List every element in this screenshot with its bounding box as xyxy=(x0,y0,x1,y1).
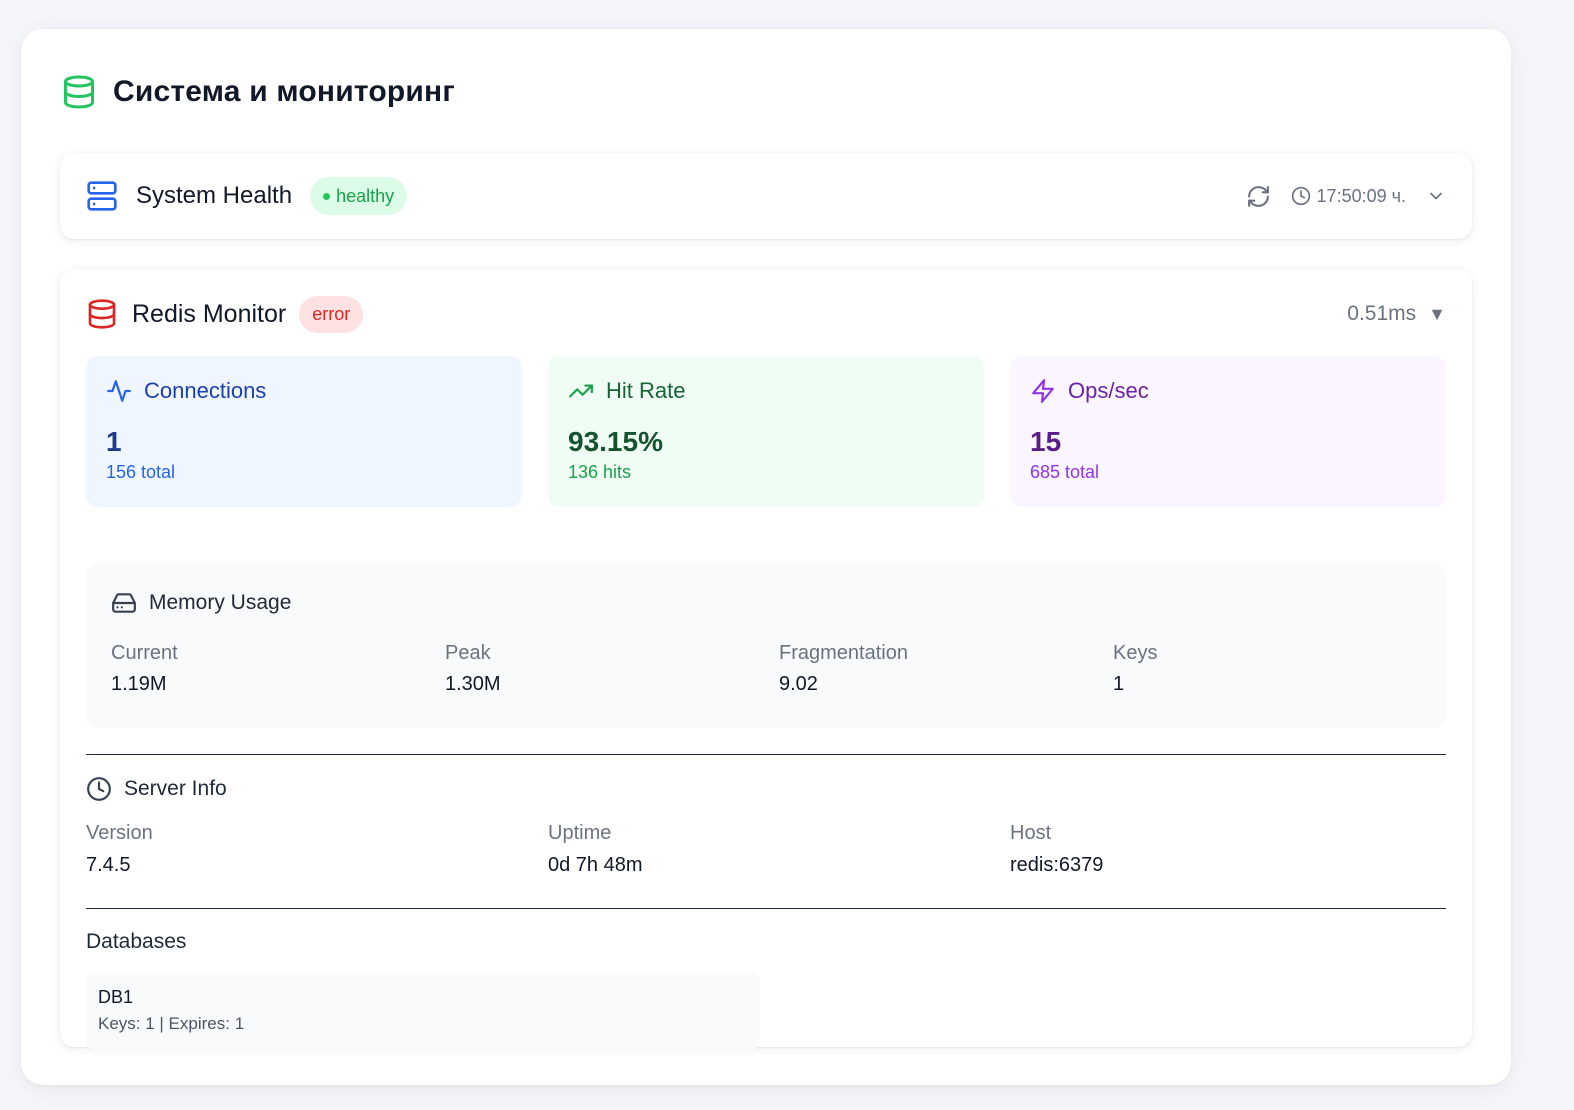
stat-card-connections: Connections 1 156 total xyxy=(86,356,522,507)
database-icon xyxy=(61,74,97,110)
database-icon xyxy=(86,298,118,330)
chevron-down-icon[interactable] xyxy=(1426,186,1446,206)
stat-label: Ops/sec xyxy=(1068,378,1149,403)
stat-value: 1 xyxy=(106,426,122,457)
database-item: DB1 Keys: 1 | Expires: 1 xyxy=(86,973,760,1049)
metric-label: Keys xyxy=(1113,642,1158,664)
status-dot xyxy=(323,192,331,200)
metric-value: 1.30M xyxy=(445,673,501,695)
trending-up-icon xyxy=(568,378,594,404)
field-value: redis:6379 xyxy=(1010,854,1104,876)
metric-label: Peak xyxy=(445,642,491,664)
metric-value: 1.19M xyxy=(111,673,167,695)
zap-icon xyxy=(1030,378,1056,404)
memory-usage-title: Memory Usage xyxy=(149,591,292,614)
server-field: Uptime 0d 7h 48m xyxy=(548,822,1010,877)
server-info-title: Server Info xyxy=(124,777,227,800)
stat-value: 15 xyxy=(1030,426,1062,457)
divider xyxy=(86,754,1446,755)
field-label: Host xyxy=(1010,822,1052,844)
system-monitoring-panel: Система и мониторинг System Health healt… xyxy=(21,29,1511,1085)
redis-header: Redis Monitor error 0.51ms ▼ xyxy=(86,294,1446,334)
metric-label: Current xyxy=(111,642,178,664)
hard-drive-icon xyxy=(111,590,137,616)
stat-card-ops-sec: Ops/sec 15 685 total xyxy=(1010,356,1446,507)
server-field: Version 7.4.5 xyxy=(86,822,548,877)
page-title: Система и мониторинг xyxy=(113,75,456,108)
field-value: 7.4.5 xyxy=(86,854,131,876)
stat-sub: 685 total xyxy=(1030,462,1100,482)
server-info-header: Server Info xyxy=(86,776,227,802)
metric-label: Fragmentation xyxy=(779,642,908,664)
memory-metric: Keys 1 xyxy=(1113,642,1447,696)
stat-label: Connections xyxy=(144,378,267,403)
stat-sub: 156 total xyxy=(106,462,176,482)
stat-value: 93.15% xyxy=(568,426,663,457)
databases-title: Databases xyxy=(86,930,187,953)
metric-value: 1 xyxy=(1113,673,1125,695)
server-info-grid: Version 7.4.5 Uptime 0d 7h 48m Host redi… xyxy=(86,822,1472,877)
memory-metric: Peak 1.30M xyxy=(445,642,779,696)
memory-metric: Fragmentation 9.02 xyxy=(779,642,1113,696)
stats-row: Connections 1 156 total Hit Rate 93.15% xyxy=(86,356,1446,507)
stat-label: Hit Rate xyxy=(606,378,686,403)
redis-monitor-title: Redis Monitor xyxy=(132,299,287,328)
memory-usage-panel: Memory Usage Current 1.19M Peak 1.30M Fr… xyxy=(86,564,1446,728)
field-value: 0d 7h 48m xyxy=(548,854,643,876)
collapse-toggle-icon[interactable]: ▼ xyxy=(1428,304,1446,325)
stat-sub: 136 hits xyxy=(568,462,632,482)
latency-value: 0.51ms xyxy=(1347,302,1417,325)
stat-card-hit-rate: Hit Rate 93.15% 136 hits xyxy=(548,356,984,507)
field-label: Version xyxy=(86,822,153,844)
server-icon xyxy=(86,180,118,212)
status-badge-label: healthy xyxy=(336,185,395,206)
status-badge: healthy xyxy=(310,177,408,215)
activity-icon xyxy=(106,378,132,404)
page-header: Система и мониторинг xyxy=(61,69,455,115)
divider xyxy=(86,908,1446,909)
latency-toggle[interactable]: 0.51ms ▼ xyxy=(1347,302,1446,326)
redis-monitor-card: Redis Monitor error 0.51ms ▼ Connections… xyxy=(60,269,1472,1049)
refresh-icon[interactable] xyxy=(1246,184,1271,209)
clock-icon xyxy=(86,776,112,802)
database-meta: Keys: 1 | Expires: 1 xyxy=(98,1014,245,1033)
last-updated-time: 17:50:09 ч. xyxy=(1316,185,1406,206)
clock-icon xyxy=(1291,186,1311,206)
database-name: DB1 xyxy=(98,987,134,1007)
system-health-title: System Health xyxy=(136,182,293,209)
error-badge: error xyxy=(299,295,364,333)
field-label: Uptime xyxy=(548,822,612,844)
metric-value: 9.02 xyxy=(779,673,818,695)
server-field: Host redis:6379 xyxy=(1010,822,1472,877)
last-updated: 17:50:09 ч. xyxy=(1291,186,1406,207)
memory-metric: Current 1.19M xyxy=(111,642,445,696)
system-health-card[interactable]: System Health healthy 17:50:09 ч. xyxy=(60,153,1472,239)
